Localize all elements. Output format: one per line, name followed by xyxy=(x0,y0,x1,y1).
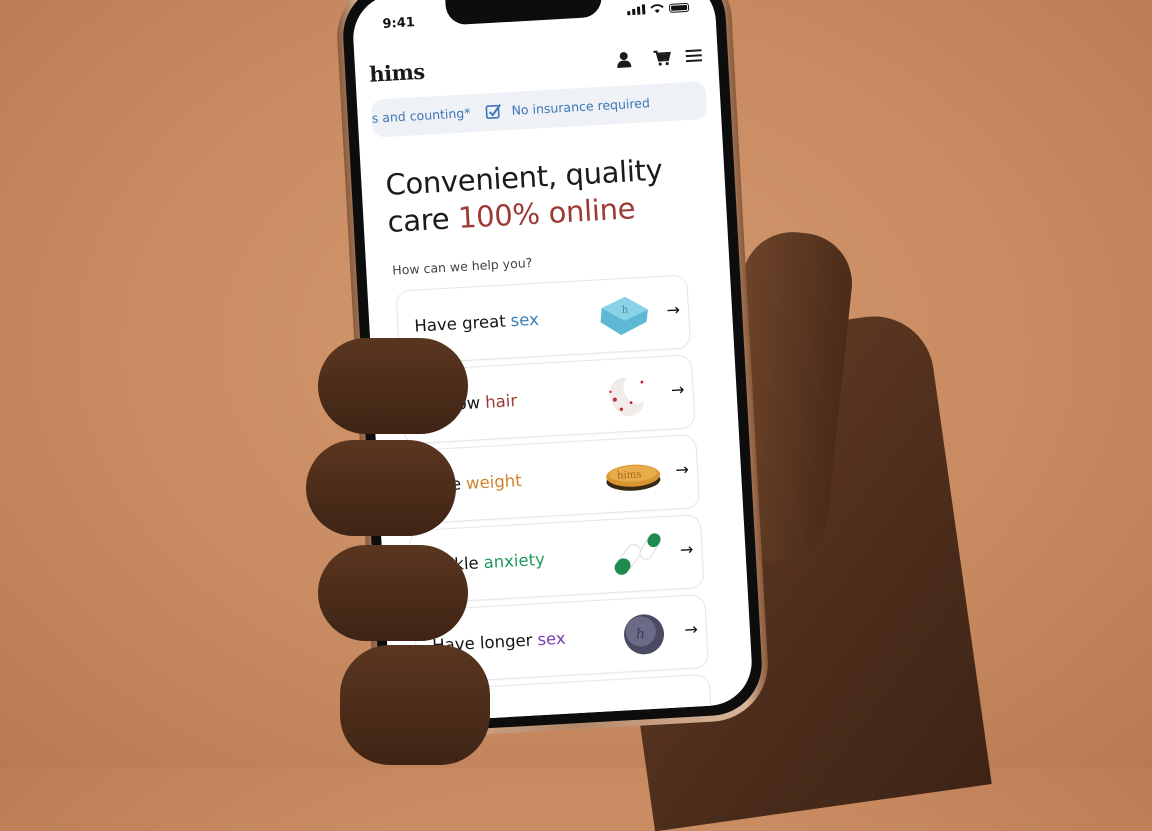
hero-line-2-prefix: care xyxy=(386,201,451,239)
hims-logo[interactable]: hims xyxy=(369,59,426,87)
ticker-item: s and counting* xyxy=(371,105,471,126)
cart-icon[interactable] xyxy=(651,47,672,68)
purple-pill-icon: h xyxy=(624,614,665,655)
hero-title: Convenient, quality care 100% online xyxy=(385,152,666,241)
svg-text:h: h xyxy=(622,305,630,316)
card-label: Have great sex xyxy=(414,310,539,336)
signal-icon xyxy=(627,4,646,16)
card-label-accent: weight xyxy=(465,470,523,494)
hand-finger xyxy=(306,440,456,536)
battery-icon xyxy=(668,2,690,13)
svg-text:h: h xyxy=(636,626,646,642)
wifi-icon xyxy=(650,4,664,14)
hair-capsule-icon xyxy=(609,377,646,417)
arrow-right-icon: → xyxy=(666,299,681,320)
card-label-prefix: Have great xyxy=(413,311,507,336)
arrow-right-icon: → xyxy=(674,459,690,480)
status-icons xyxy=(627,2,690,16)
helper-text: How can we help you? xyxy=(391,255,533,278)
green-capsules-icon xyxy=(614,532,661,576)
arrow-right-icon: → xyxy=(679,539,694,560)
menu-icon[interactable] xyxy=(683,45,704,66)
arrow-right-icon: → xyxy=(683,619,699,640)
user-icon[interactable] xyxy=(613,49,634,70)
pill-logo-text: hims xyxy=(617,469,642,481)
hand-finger xyxy=(340,645,490,765)
arrow-right-icon: → xyxy=(670,379,685,400)
hand-finger xyxy=(318,338,468,434)
card-label-accent: anxiety xyxy=(483,549,546,573)
card-label-accent: hair xyxy=(484,391,518,412)
orange-pill-icon: hims xyxy=(606,464,661,491)
card-label-accent: sex xyxy=(536,628,567,650)
status-time: 9:41 xyxy=(382,15,416,32)
hand-finger xyxy=(318,545,468,641)
blue-pill-icon: h xyxy=(600,296,648,336)
checkbox-check-icon xyxy=(485,103,502,120)
hero-line-2-accent: 100% online xyxy=(457,191,637,236)
card-label-accent: sex xyxy=(510,309,540,331)
ticker-item: No insurance required xyxy=(511,95,651,118)
